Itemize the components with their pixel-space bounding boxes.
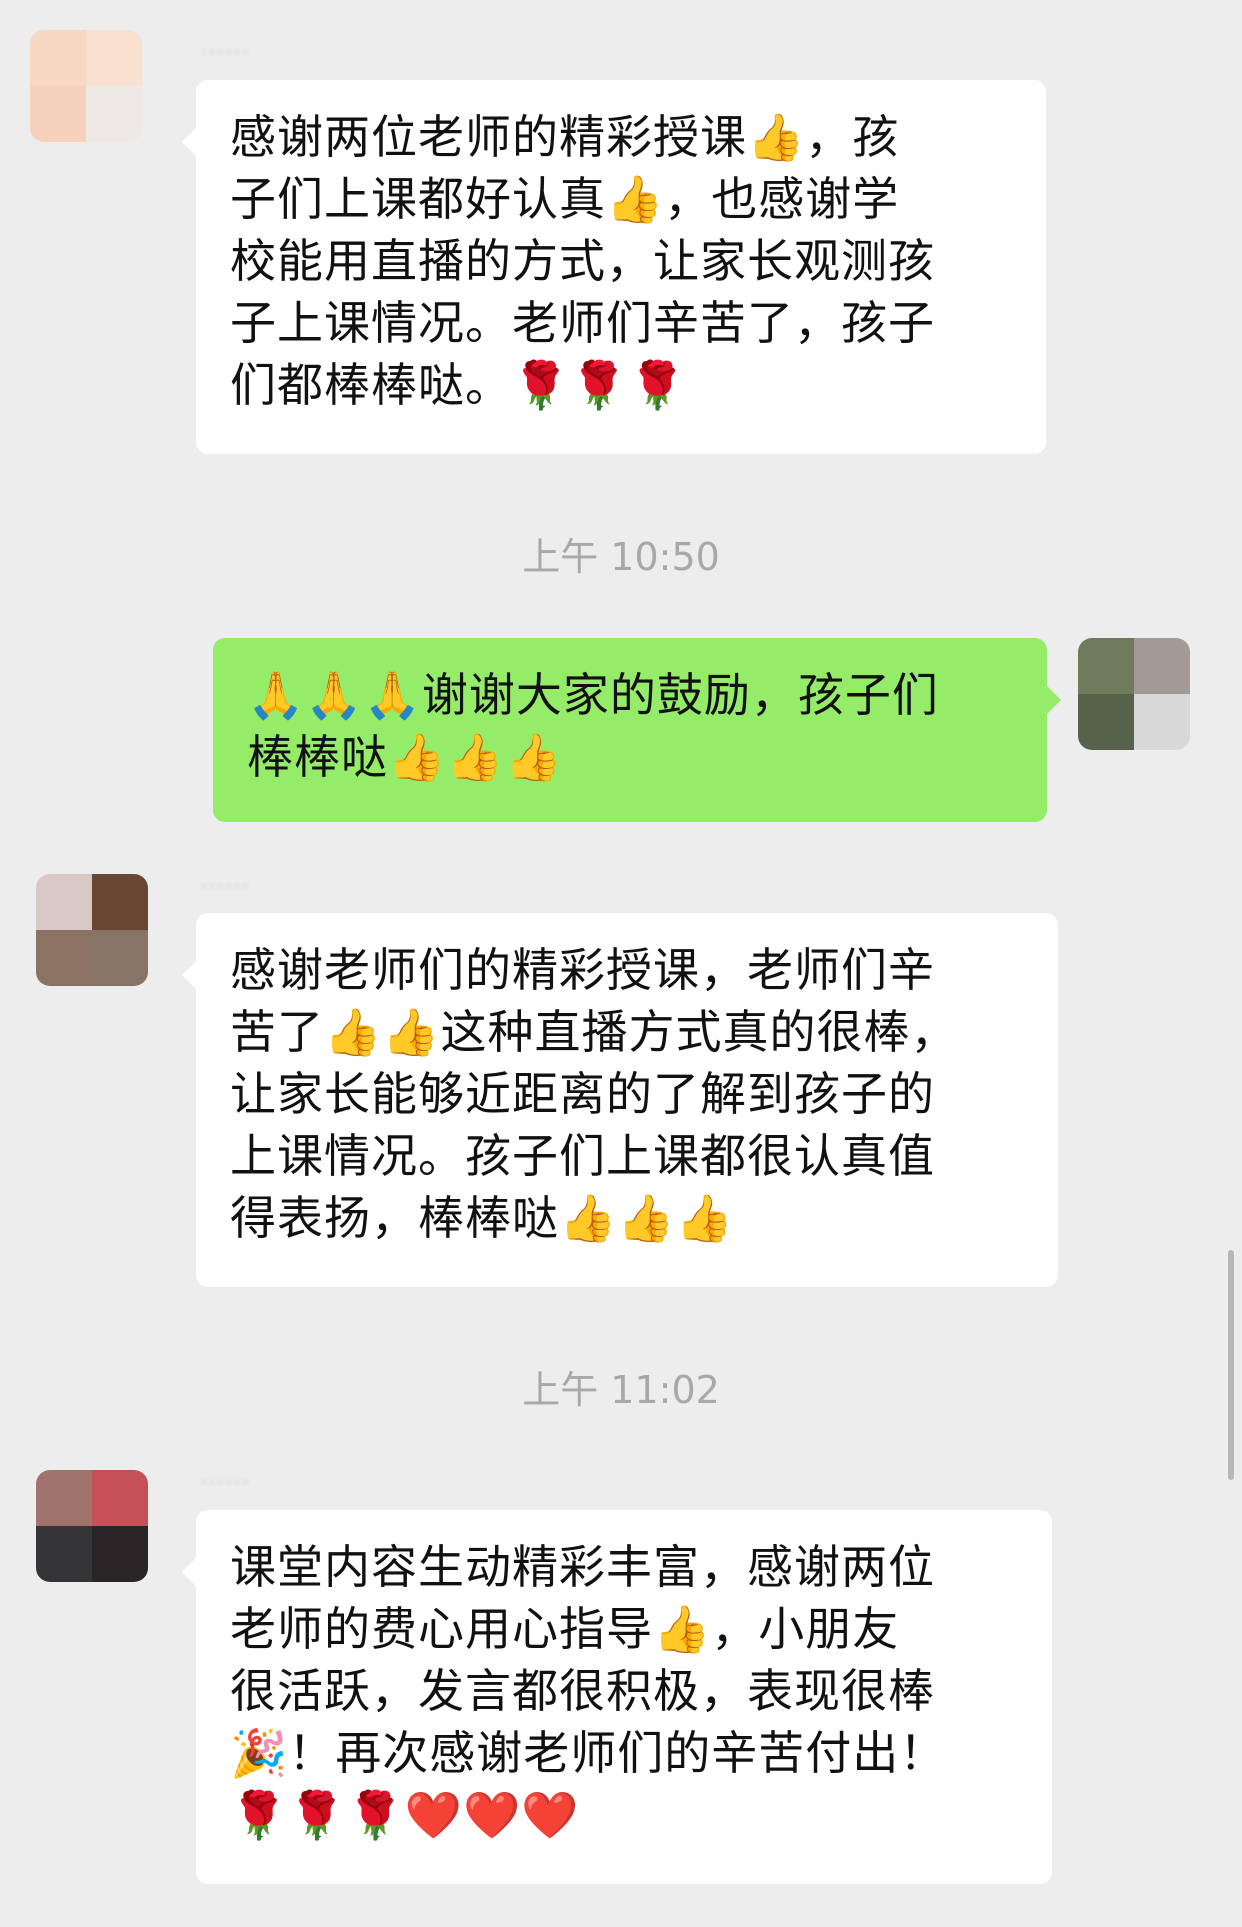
sender-avatar[interactable] bbox=[36, 1470, 148, 1582]
message-bubble[interactable]: 课堂内容生动精彩丰富，感谢两位 老师的费心用心指导👍，小朋友 很活跃，发言都很积… bbox=[182, 1510, 1052, 1884]
sender-name: ······ bbox=[200, 1468, 250, 1498]
message-line: 感谢两位老师的精彩授课👍，孩 bbox=[230, 110, 900, 164]
sender-name: ······ bbox=[200, 38, 250, 68]
message-bubble[interactable]: 🙏🙏🙏谢谢大家的鼓励，孩子们 棒棒哒👍👍👍 bbox=[213, 638, 1061, 822]
timestamp: 上午 11:02 bbox=[522, 1368, 720, 1412]
sender-avatar[interactable] bbox=[36, 874, 148, 986]
message-line: 子上课情况。老师们辛苦了，孩子 bbox=[230, 296, 935, 350]
message-line: 老师的费心用心指导👍，小朋友 bbox=[230, 1602, 900, 1656]
message-line: 🎉！再次感谢老师们的辛苦付出！ bbox=[230, 1726, 947, 1780]
my-avatar[interactable] bbox=[1078, 638, 1190, 750]
message-line: 苦了👍👍这种直播方式真的很棒， bbox=[230, 1005, 958, 1059]
message-line: 上课情况。孩子们上课都很认真值 bbox=[230, 1129, 935, 1183]
message-line: 们都棒棒哒。🌹🌹🌹 bbox=[230, 358, 687, 412]
message-line: 棒棒哒👍👍👍 bbox=[247, 730, 563, 784]
message-bubble[interactable]: 感谢两位老师的精彩授课👍，孩 子们上课都好认真👍，也感谢学 校能用直播的方式，让… bbox=[182, 80, 1046, 454]
timestamp: 上午 10:50 bbox=[522, 535, 720, 579]
message-line: 很活跃，发言都很积极，表现很棒 bbox=[230, 1664, 935, 1718]
message-line: 校能用直播的方式，让家长观测孩 bbox=[230, 234, 935, 288]
message-bubble[interactable]: 感谢老师们的精彩授课，老师们辛 苦了👍👍这种直播方式真的很棒， 让家长能够近距离… bbox=[182, 913, 1058, 1287]
message-line: 🙏🙏🙏谢谢大家的鼓励，孩子们 bbox=[247, 668, 939, 722]
message-line: 得表扬，棒棒哒👍👍👍 bbox=[230, 1191, 734, 1245]
message-line: 让家长能够近距离的了解到孩子的 bbox=[230, 1067, 935, 1121]
sender-name: ······ bbox=[200, 872, 250, 902]
message-line: 课堂内容生动精彩丰富，感谢两位 bbox=[230, 1540, 935, 1594]
message-line: 🌹🌹🌹❤️❤️❤️ bbox=[230, 1788, 580, 1842]
message-line: 子们上课都好认真👍，也感谢学 bbox=[230, 172, 900, 226]
scrollbar-thumb[interactable] bbox=[1228, 1250, 1234, 1480]
sender-avatar[interactable] bbox=[30, 30, 142, 142]
message-line: 感谢老师们的精彩授课，老师们辛 bbox=[230, 943, 935, 997]
